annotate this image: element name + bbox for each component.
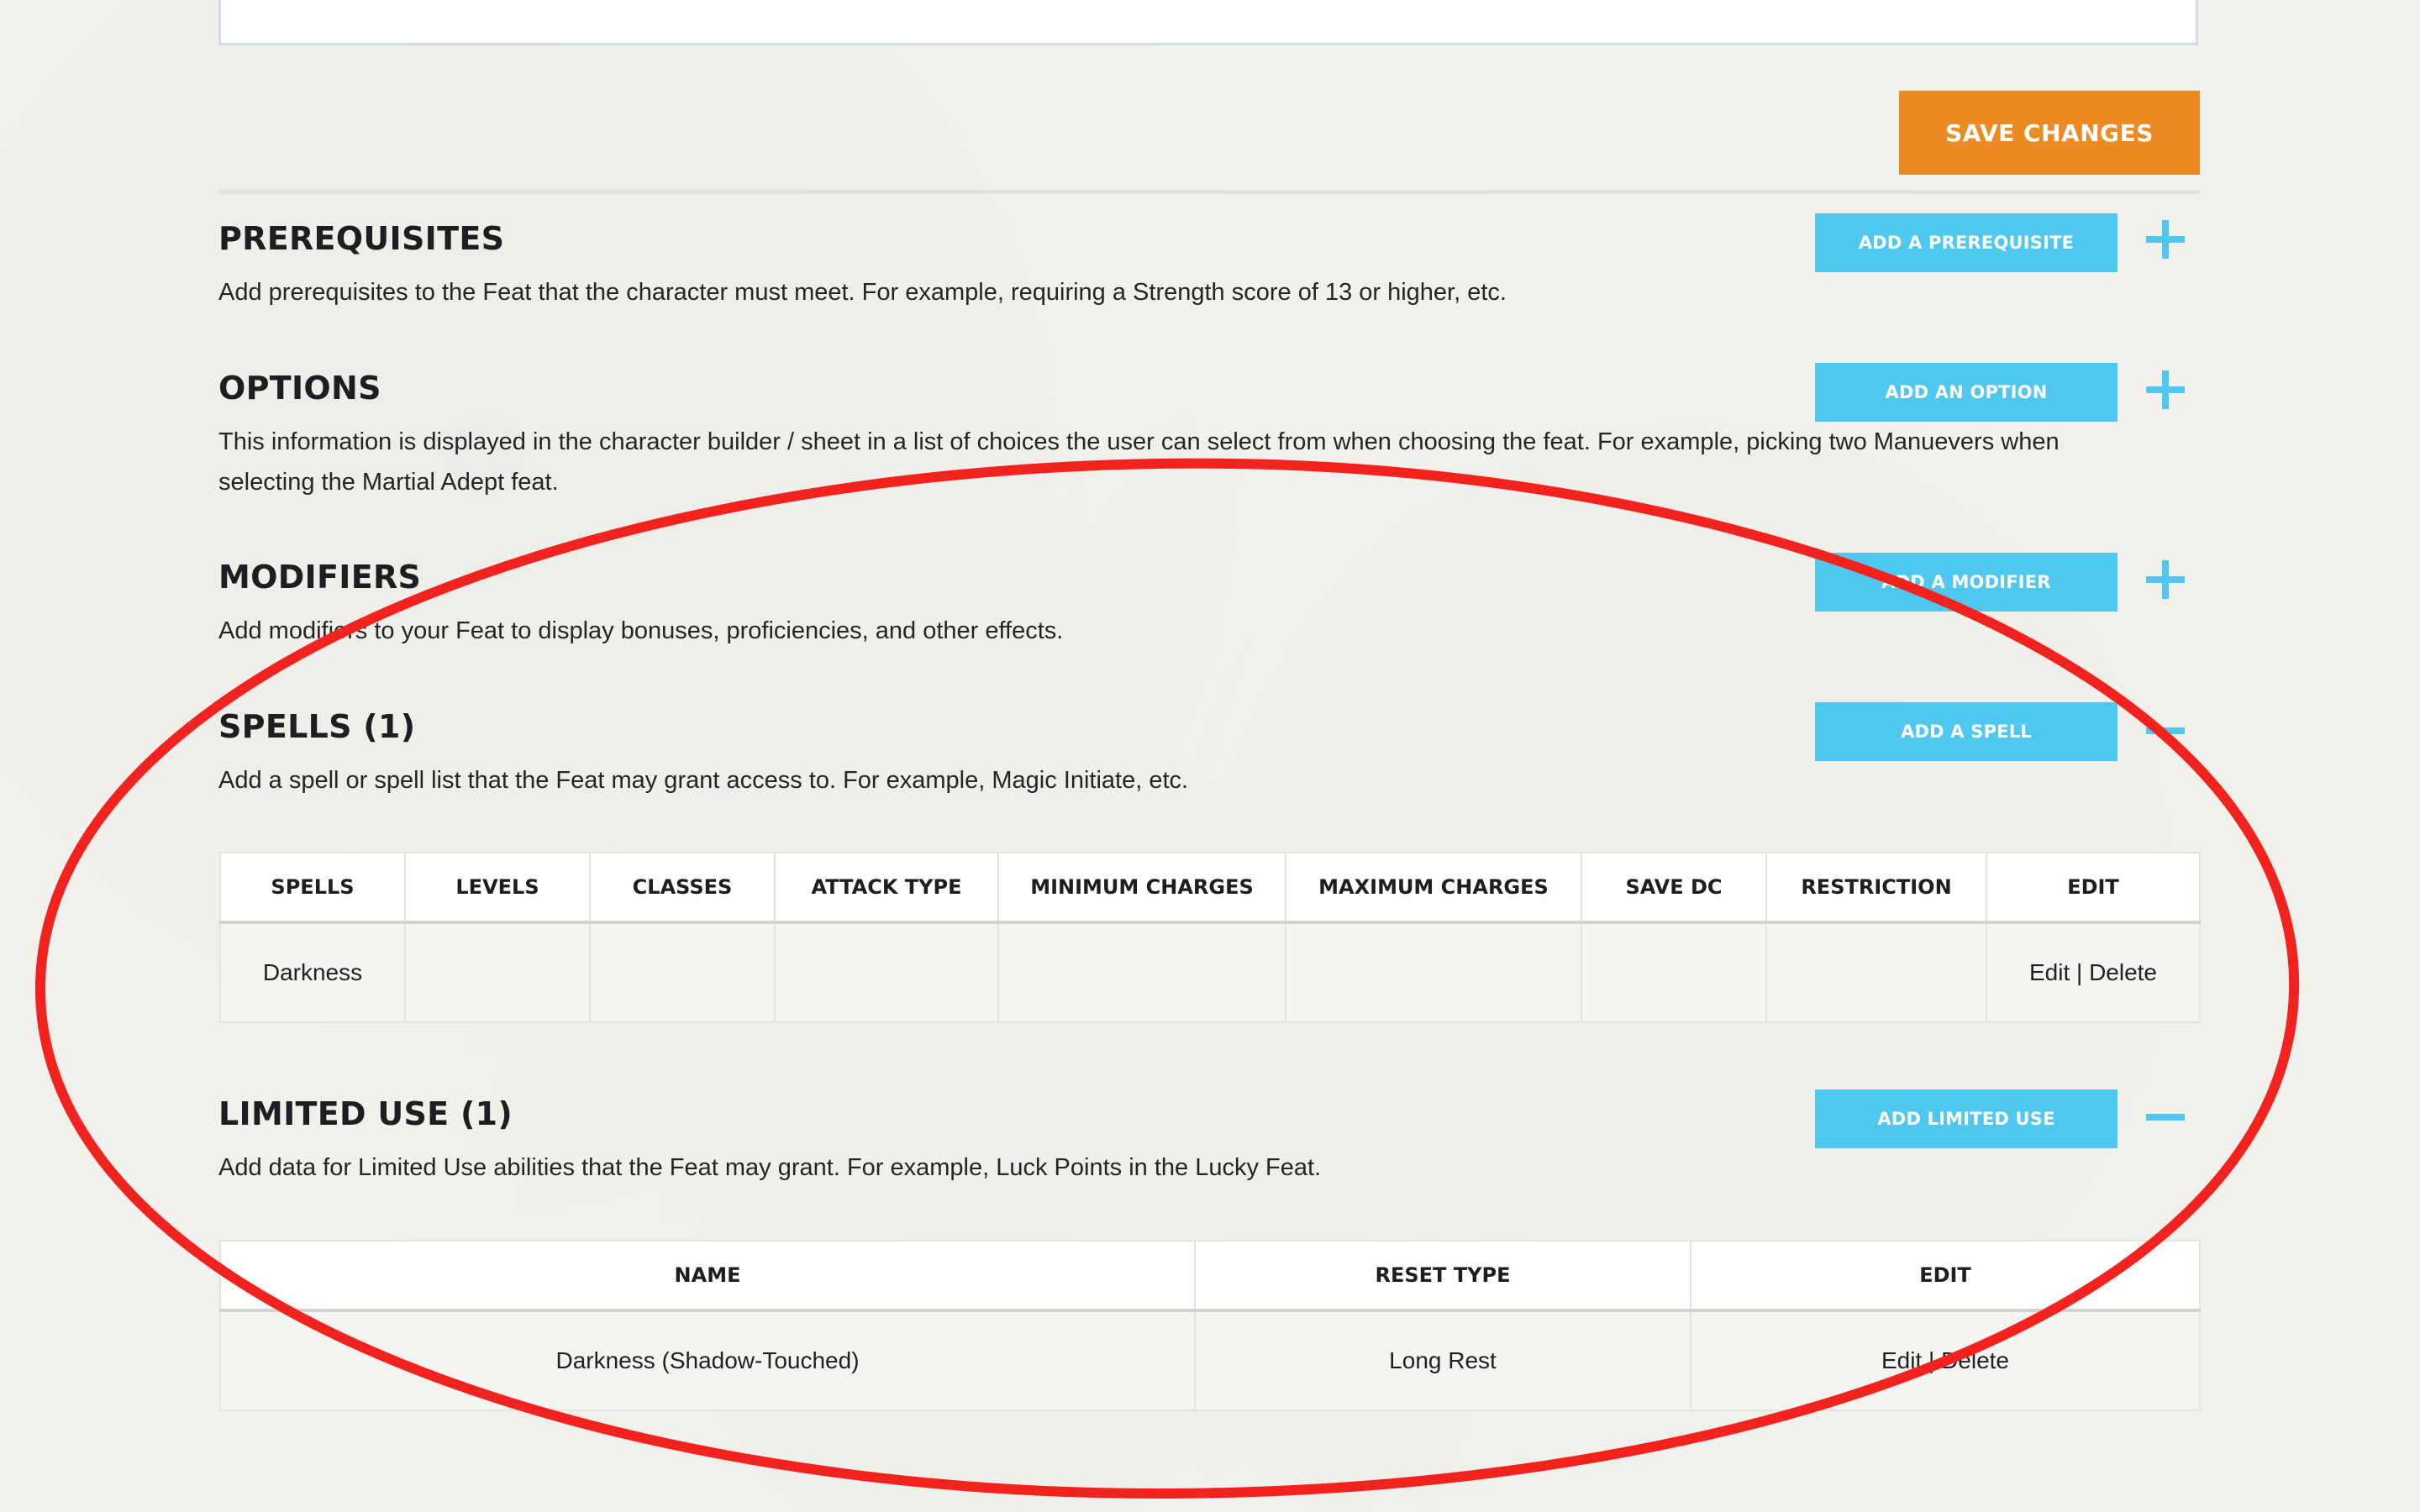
attack-type-cell xyxy=(774,921,999,1023)
column-header: SAVE DC xyxy=(1581,852,1767,924)
maximum-charges-cell xyxy=(1285,921,1582,1023)
name-cell: Darkness (Shadow-Touched) xyxy=(219,1310,1196,1411)
modifiers-description: Add modifiers to your Feat to display bo… xyxy=(218,617,1064,644)
spells-table-header: SPELLS LEVELS CLASSES ATTACK TYPE MINIMU… xyxy=(219,852,2201,924)
table-row: Darkness Edit | Delete xyxy=(219,921,2201,1023)
column-header: ATTACK TYPE xyxy=(774,852,999,924)
edit-delete-links[interactable]: Edit | Delete xyxy=(1986,921,2201,1023)
limited-use-table: NAME RESET TYPE EDIT Darkness (Shadow-To… xyxy=(219,1240,2201,1411)
minus-icon[interactable] xyxy=(2146,1098,2185,1137)
add-prerequisite-button[interactable]: ADD A PREREQUISITE xyxy=(1815,213,2118,272)
reset-type-cell: Long Rest xyxy=(1194,1310,1691,1411)
save-changes-button[interactable]: SAVE CHANGES xyxy=(1899,91,2200,175)
description-textarea[interactable] xyxy=(218,0,2198,45)
column-header: CLASSES xyxy=(589,852,776,924)
plus-icon[interactable] xyxy=(2146,220,2185,259)
spells-title: SPELLS (1) xyxy=(218,708,416,745)
spell-name-cell: Darkness xyxy=(219,921,406,1023)
column-header: EDIT xyxy=(1986,852,2201,924)
add-option-button[interactable]: ADD AN OPTION xyxy=(1815,363,2118,422)
modifiers-title: MODIFIERS xyxy=(218,559,422,596)
limited-use-table-header: NAME RESET TYPE EDIT xyxy=(219,1240,2201,1312)
options-title: OPTIONS xyxy=(218,370,381,407)
options-description: This information is displayed in the cha… xyxy=(218,428,2060,496)
limited-use-description: Add data for Limited Use abilities that … xyxy=(218,1154,1322,1181)
column-header: NAME xyxy=(219,1240,1196,1312)
edit-delete-links[interactable]: Edit | Delete xyxy=(1690,1310,2201,1411)
table-row: Darkness (Shadow-Touched) Long Rest Edit… xyxy=(219,1310,2201,1411)
spells-table: SPELLS LEVELS CLASSES ATTACK TYPE MINIMU… xyxy=(219,852,2201,1023)
column-header: LEVELS xyxy=(404,852,591,924)
add-modifier-button[interactable]: ADD A MODIFIER xyxy=(1815,553,2118,612)
spells-description: Add a spell or spell list that the Feat … xyxy=(218,767,1189,794)
column-header: EDIT xyxy=(1690,1240,2201,1312)
minimum-charges-cell xyxy=(997,921,1286,1023)
column-header: MINIMUM CHARGES xyxy=(997,852,1286,924)
prerequisites-description: Add prerequisites to the Feat that the c… xyxy=(218,279,1507,306)
classes-cell xyxy=(589,921,776,1023)
column-header: MAXIMUM CHARGES xyxy=(1285,852,1582,924)
save-dc-cell xyxy=(1581,921,1767,1023)
levels-cell xyxy=(404,921,591,1023)
column-header: RESTRICTION xyxy=(1765,852,1987,924)
column-header: RESET TYPE xyxy=(1194,1240,1691,1312)
add-spell-button[interactable]: ADD A SPELL xyxy=(1815,702,2118,761)
plus-icon[interactable] xyxy=(2146,370,2185,409)
minus-icon[interactable] xyxy=(2146,711,2185,750)
plus-icon[interactable] xyxy=(2146,560,2185,599)
column-header: SPELLS xyxy=(219,852,406,924)
add-limited-use-button[interactable]: ADD LIMITED USE xyxy=(1815,1089,2118,1148)
section-divider xyxy=(218,190,2200,194)
restriction-cell xyxy=(1765,921,1987,1023)
prerequisites-title: PREREQUISITES xyxy=(218,220,505,257)
limited-use-title: LIMITED USE (1) xyxy=(218,1095,513,1132)
